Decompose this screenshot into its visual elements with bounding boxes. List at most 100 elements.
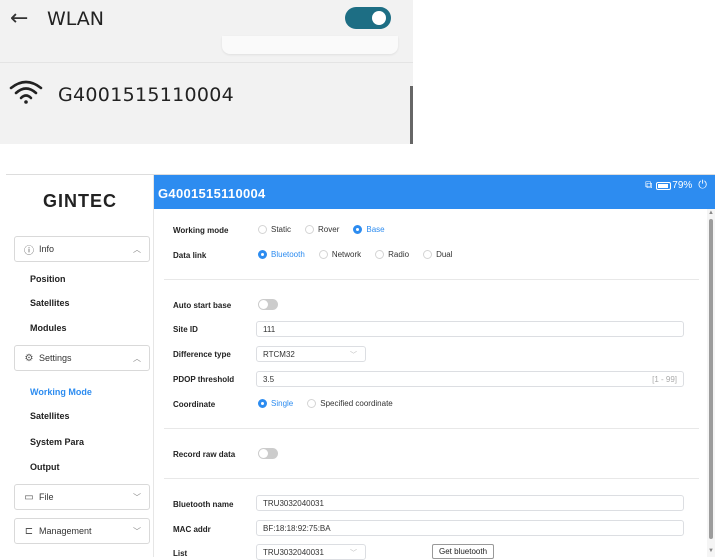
list-label: List <box>173 549 188 558</box>
site-id-label: Site ID <box>173 325 198 334</box>
radio-label: Radio <box>388 250 410 259</box>
section-divider <box>164 478 699 479</box>
bluetooth-name-input[interactable]: TRU3032040031 <box>256 495 684 511</box>
chevron-up-icon: ︿ <box>133 245 141 254</box>
chevron-down-icon: ﹀ <box>350 352 357 359</box>
network-ssid[interactable]: G4001515110004 <box>58 84 234 106</box>
radio-label: Static <box>271 225 292 234</box>
radio-dot <box>307 399 317 408</box>
sidebar-group-label: Settings <box>39 353 72 363</box>
radio-dot <box>305 225 315 234</box>
battery-icon <box>656 181 672 190</box>
site-id-input[interactable]: 111 <box>256 321 684 337</box>
radio-label: Single <box>271 399 294 408</box>
radio-network[interactable]: Network <box>318 250 362 259</box>
back-arrow-icon[interactable]: ← <box>10 6 28 31</box>
pdop-threshold-input[interactable]: 3.5 [1 - 99] <box>256 371 684 387</box>
radio-static[interactable]: Static <box>258 225 291 234</box>
radio-radio[interactable]: Radio <box>375 250 409 259</box>
sidebar-group-file[interactable]: ▭ File ﹀ <box>14 484 150 510</box>
pdop-threshold-label: PDOP threshold <box>173 375 235 384</box>
bluetooth-list-select[interactable]: TRU3032040031 ﹀ <box>256 544 366 560</box>
bluetooth-name-value: TRU3032040031 <box>263 499 324 508</box>
status-area: ⧉ 79% ⏻ <box>642 179 707 192</box>
difference-type-label: Difference type <box>173 350 231 359</box>
content-scrollbar[interactable]: ▲ ▼ <box>707 209 715 557</box>
radio-dot <box>318 250 328 259</box>
sidebar-group-info[interactable]: ⓘ Info ︿ <box>14 236 150 262</box>
switch-knob <box>259 449 268 458</box>
radio-specified-coordinate[interactable]: Specified coordinate <box>307 399 393 408</box>
sidebar-group-label: Info <box>39 244 55 254</box>
data-link-label: Data link <box>173 251 207 260</box>
phone-wlan-screen: ← WLAN G4001515110004 <box>0 0 413 144</box>
radio-label: Bluetooth <box>271 250 305 259</box>
radio-dot <box>258 399 267 408</box>
toggle-knob <box>372 11 386 25</box>
form-content: Working mode Static Rover Base Data link… <box>154 209 707 560</box>
sidebar-item-system-para[interactable]: System Para <box>30 437 84 447</box>
working-mode-radios: Static Rover Base <box>258 225 399 234</box>
wifi-icon <box>9 80 43 104</box>
device-title: G4001515110004 <box>158 186 266 201</box>
get-bluetooth-button[interactable]: Get bluetooth <box>432 544 495 559</box>
radio-dot <box>375 250 385 259</box>
record-raw-data-label: Record raw data <box>173 450 236 459</box>
gintec-app: GINTEC ⓘ Info ︿ Position Satellites Modu… <box>6 174 715 560</box>
section-divider <box>164 279 699 280</box>
info-circle-icon: ⓘ <box>24 245 34 257</box>
radio-label: Network <box>331 250 362 259</box>
sidebar-item-satellites-settings[interactable]: Satellites <box>30 411 70 421</box>
pdop-threshold-value: 3.5 <box>263 375 275 384</box>
header-bar: G4001515110004 ⧉ 79% ⏻ <box>154 175 715 209</box>
sidebar: GINTEC ⓘ Info ︿ Position Satellites Modu… <box>6 175 154 557</box>
sidebar-group-label: File <box>39 492 54 502</box>
radio-bluetooth[interactable]: Bluetooth <box>258 250 305 259</box>
scrollbar-thumb[interactable] <box>709 219 713 539</box>
auto-start-base-switch[interactable] <box>258 299 278 310</box>
management-icon: ⊏ <box>24 525 34 537</box>
scroll-up-icon[interactable]: ▲ <box>708 210 714 216</box>
difference-type-select[interactable]: RTCM32 ﹀ <box>256 346 366 362</box>
radio-dual[interactable]: Dual <box>423 250 453 259</box>
radio-base[interactable]: Base <box>353 225 385 234</box>
switch-knob <box>259 300 268 309</box>
chevron-down-icon: ﹀ <box>133 527 141 536</box>
auto-start-base-label: Auto start base <box>173 301 232 310</box>
chevron-down-icon: ﹀ <box>350 550 357 557</box>
power-icon[interactable]: ⏻ <box>698 179 707 192</box>
radio-dot <box>258 250 267 259</box>
mac-addr-input[interactable]: BF:18:18:92:75:BA <box>256 520 684 536</box>
sidebar-group-settings[interactable]: ⚙ Settings ︿ <box>14 345 150 371</box>
radio-rover[interactable]: Rover <box>305 225 339 234</box>
mac-addr-label: MAC addr <box>173 525 211 534</box>
scroll-down-icon[interactable]: ▼ <box>708 548 714 554</box>
coordinate-radios: Single Specified coordinate <box>258 399 407 408</box>
chevron-up-icon: ︿ <box>133 354 141 363</box>
radio-label: Specified coordinate <box>320 399 393 408</box>
sidebar-item-satellites-info[interactable]: Satellites <box>30 298 70 308</box>
gear-icon: ⚙ <box>24 352 34 364</box>
record-raw-data-switch[interactable] <box>258 448 278 459</box>
divider <box>0 62 413 63</box>
sidebar-item-position[interactable]: Position <box>30 274 66 284</box>
scrollbar[interactable] <box>410 86 413 144</box>
working-mode-label: Working mode <box>173 226 229 235</box>
screen-mirror-icon[interactable]: ⧉ <box>645 180 652 191</box>
sidebar-item-working-mode[interactable]: Working Mode <box>30 387 92 397</box>
logo: GINTEC <box>42 191 117 211</box>
radio-dot <box>258 225 267 234</box>
chevron-down-icon: ﹀ <box>133 493 141 502</box>
difference-type-value: RTCM32 <box>263 350 295 359</box>
wlan-title: WLAN <box>47 8 105 30</box>
radio-dot <box>353 225 363 234</box>
wlan-toggle[interactable] <box>345 7 391 29</box>
mac-addr-value: BF:18:18:92:75:BA <box>263 524 331 533</box>
sidebar-item-output[interactable]: Output <box>30 462 60 472</box>
radio-single[interactable]: Single <box>258 399 293 408</box>
sidebar-group-management[interactable]: ⊏ Management ﹀ <box>14 518 150 544</box>
sidebar-item-modules[interactable]: Modules <box>30 323 67 333</box>
radio-label: Rover <box>318 225 340 234</box>
bluetooth-name-label: Bluetooth name <box>173 500 234 509</box>
radio-dot <box>423 250 433 259</box>
